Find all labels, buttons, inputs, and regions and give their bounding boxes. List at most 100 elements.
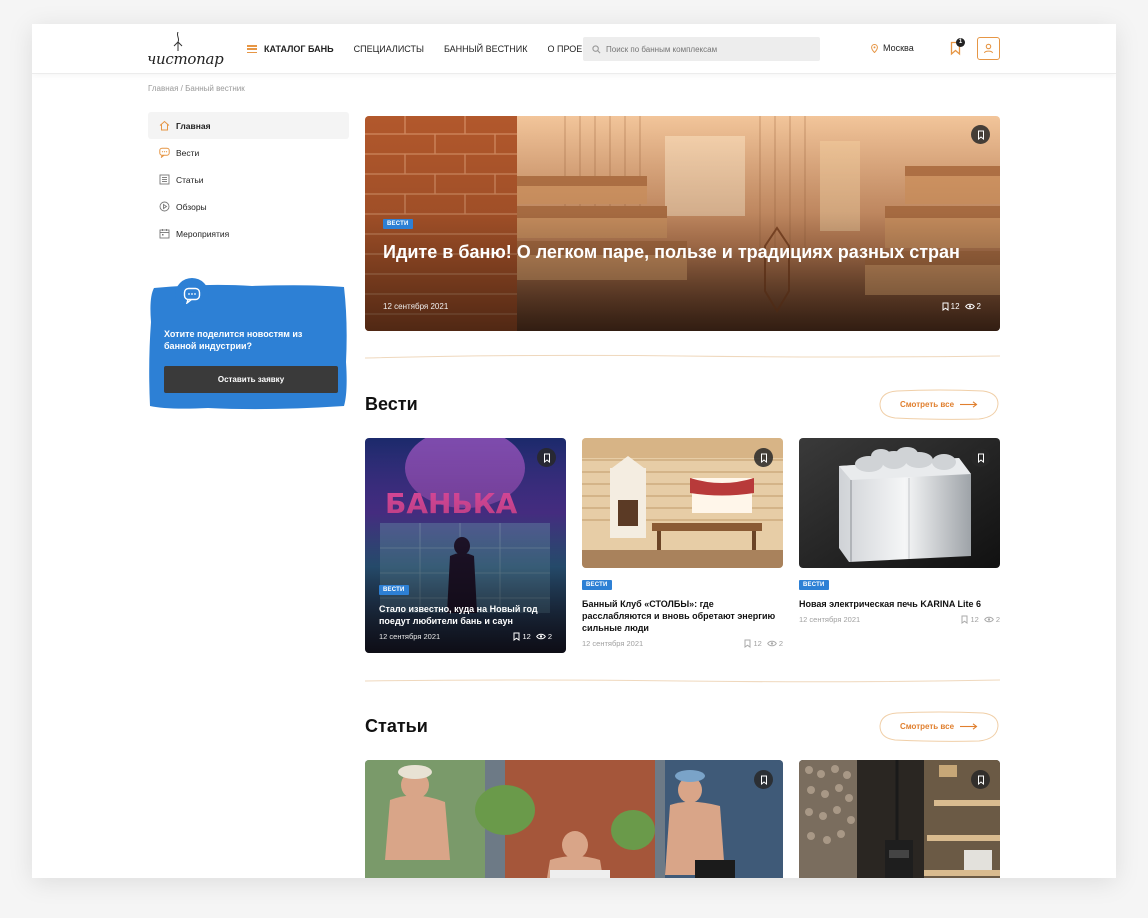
section-divider	[365, 679, 1000, 683]
card-date: 12 сентября 2021	[582, 639, 644, 648]
nav-catalog[interactable]: КАТАЛОГ БАНЬ	[247, 44, 334, 54]
sidebar-item-events[interactable]: Мероприятия	[148, 220, 349, 247]
news-card[interactable]: БАНЬКА ВЕСТИ Стало известно, куда на Нов…	[365, 438, 566, 653]
eye-icon	[535, 633, 546, 640]
bookmarks-count-badge: 1	[956, 38, 965, 47]
card-tag[interactable]: ВЕСТИ	[799, 580, 829, 590]
see-all-label: Смотреть все	[899, 400, 955, 409]
bookmark-count-icon	[942, 302, 949, 311]
hero-article[interactable]: ВЕСТИ Идите в баню! О легком паре, польз…	[365, 116, 1000, 331]
nav-bath-herald[interactable]: БАННЫЙ ВЕСТНИК	[444, 44, 528, 54]
hero-image	[365, 116, 1000, 331]
article-card[interactable]	[799, 760, 1000, 878]
card-bookmark-button[interactable]	[754, 770, 773, 789]
play-icon	[158, 201, 170, 213]
sidebar-item-label: Обзоры	[176, 201, 207, 212]
steam-session-photo	[365, 760, 783, 878]
eye-icon	[983, 616, 994, 623]
card-date: 12 сентября 2021	[379, 632, 441, 641]
sidebar-menu: Главная Вести Статьи Обзоры Мероприятия	[148, 112, 349, 247]
home-icon	[158, 120, 170, 132]
city-label: Москва	[883, 43, 914, 53]
news-card-image: БАНЬКА ВЕСТИ Стало известно, куда на Нов…	[365, 438, 566, 653]
card-saves: 12	[522, 632, 531, 641]
card-views: 2	[547, 632, 552, 641]
bookmark-icon	[977, 775, 984, 785]
location-pin-icon	[871, 43, 878, 53]
bookmark-icon	[543, 453, 550, 463]
promo-text: Хотите поделится новостям из банной инду…	[164, 329, 303, 351]
main-nav: КАТАЛОГ БАНЬ СПЕЦИАЛИСТЫ БАННЫЙ ВЕСТНИК …	[247, 24, 619, 74]
card-tag[interactable]: ВЕСТИ	[582, 580, 612, 590]
profile-button[interactable]	[977, 37, 1000, 60]
sidebar-item-label: Статьи	[176, 174, 204, 185]
sidebar-item-articles[interactable]: Статьи	[148, 166, 349, 193]
card-bookmark-button[interactable]	[754, 448, 773, 467]
bookmark-count-icon	[744, 639, 751, 648]
article-card-image	[799, 760, 1000, 878]
hero-date: 12 сентября 2021	[383, 302, 449, 311]
articles-see-all-button[interactable]: Смотреть все	[879, 711, 999, 742]
electric-stove-photo	[799, 438, 1000, 568]
page-frame: чистопар КАТАЛОГ БАНЬ СПЕЦИАЛИСТЫ БАННЫЙ…	[32, 24, 1116, 878]
hero-views: 2	[976, 302, 981, 311]
breadcrumb[interactable]: Главная / Банный вестник	[148, 84, 245, 93]
sidebar-item-home[interactable]: Главная	[148, 112, 349, 139]
card-stats: 12 2	[744, 639, 783, 648]
card-title[interactable]: Новая электрическая печь KARINA Lite 6	[799, 598, 1000, 610]
promo-card: Хотите поделится новостям из банной инду…	[148, 278, 348, 410]
hero-tag[interactable]: ВЕСТИ	[383, 219, 413, 229]
sidebar-item-label: Мероприятия	[176, 228, 230, 239]
news-card-image	[799, 438, 1000, 568]
card-stats: 12 2	[513, 632, 552, 641]
news-card[interactable]: ВЕСТИ Банный Клуб «СТОЛБЫ»: где расслабл…	[582, 438, 783, 648]
article-card-image	[365, 760, 783, 878]
log-hall-photo	[582, 438, 783, 568]
nav-catalog-label: КАТАЛОГ БАНЬ	[264, 44, 334, 54]
sidebar-item-reviews[interactable]: Обзоры	[148, 193, 349, 220]
city-selector[interactable]: Москва	[871, 43, 914, 53]
news-card-overlay: ВЕСТИ Стало известно, куда на Новый год …	[365, 573, 566, 653]
card-saves: 12	[970, 615, 979, 624]
search-box	[583, 37, 820, 61]
header: чистопар КАТАЛОГ БАНЬ СПЕЦИАЛИСТЫ БАННЫЙ…	[32, 24, 1116, 74]
card-meta: 12 сентября 2021 12 2	[582, 639, 783, 648]
bookmark-count-icon	[961, 615, 968, 624]
bookmark-icon	[760, 775, 767, 785]
hero-title[interactable]: Идите в баню! О легком паре, пользе и тр…	[383, 240, 963, 265]
user-icon	[983, 43, 994, 54]
news-see-all-button[interactable]: Смотреть все	[879, 389, 999, 420]
article-card-wide[interactable]	[365, 760, 783, 878]
card-views: 2	[995, 615, 1000, 624]
search-input[interactable]	[606, 44, 806, 54]
menu-icon	[247, 45, 257, 53]
card-title[interactable]: Стало известно, куда на Новый год поедут…	[379, 603, 552, 627]
card-bookmark-button[interactable]	[971, 770, 990, 789]
card-date: 12 сентября 2021	[799, 615, 861, 624]
articles-section-title: Статьи	[365, 716, 428, 736]
card-title[interactable]: Банный Клуб «СТОЛБЫ»: где расслабляются …	[582, 598, 783, 634]
card-stats: 12 2	[961, 615, 1000, 624]
sidebar-item-label: Главная	[176, 120, 211, 131]
card-bookmark-button[interactable]	[537, 448, 556, 467]
hero-stats: 12 2	[942, 302, 986, 311]
eye-icon	[766, 640, 777, 647]
card-views: 2	[778, 639, 783, 648]
nav-specialists[interactable]: СПЕЦИАЛИСТЫ	[354, 44, 424, 54]
section-divider	[365, 354, 1000, 359]
card-tag[interactable]: ВЕСТИ	[379, 585, 409, 595]
news-card[interactable]: ВЕСТИ Новая электрическая печь KARINA Li…	[799, 438, 1000, 624]
eye-icon	[964, 303, 975, 310]
bookmark-icon	[977, 453, 984, 463]
hero-bookmark-button[interactable]	[971, 125, 990, 144]
sauna-stove-photo	[799, 760, 1000, 878]
sidebar-item-label: Вести	[176, 147, 200, 158]
card-meta: 12 сентября 2021 12 2	[799, 615, 1000, 624]
sidebar-item-news[interactable]: Вести	[148, 139, 349, 166]
bookmark-icon	[977, 130, 984, 140]
chat-bubble-icon	[175, 278, 209, 312]
news-card-image	[582, 438, 783, 568]
card-bookmark-button[interactable]	[971, 448, 990, 467]
logo[interactable]: чистопар	[147, 32, 224, 68]
submit-request-button[interactable]: Оставить заявку	[164, 366, 338, 393]
